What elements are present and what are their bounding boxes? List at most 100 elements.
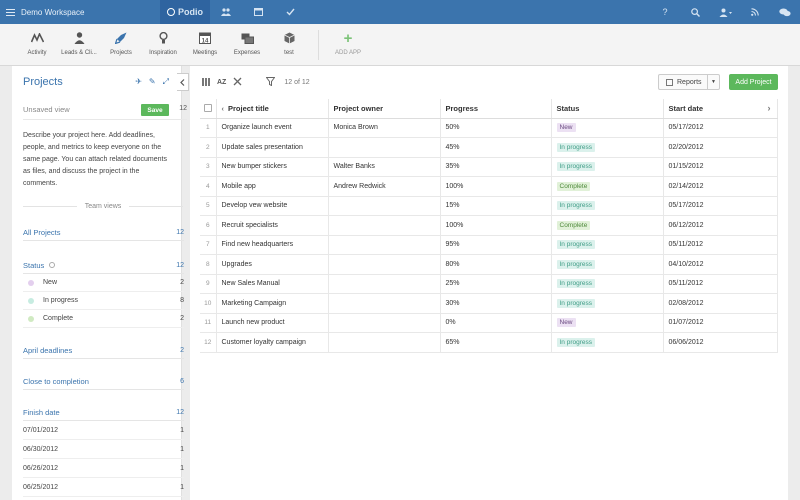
cell-start-date[interactable]: 05/17/2012 xyxy=(663,118,778,138)
row-number[interactable]: 1 xyxy=(200,118,217,138)
wrench-icon[interactable]: ✎ xyxy=(149,77,156,87)
cell-status[interactable]: In progress xyxy=(551,137,664,158)
select-all-checkbox[interactable] xyxy=(200,99,217,119)
row-number[interactable]: 5 xyxy=(200,196,217,216)
cell-status[interactable]: In progress xyxy=(551,254,664,275)
cell-owner[interactable] xyxy=(328,332,441,353)
cell-title[interactable]: Mobile app xyxy=(216,176,329,197)
cell-status[interactable]: New xyxy=(551,313,664,333)
tasks-tab[interactable] xyxy=(274,0,306,24)
table-row[interactable]: 6 Recruit specialists 100% Complete 06/12/20… xyxy=(200,215,778,236)
table-row[interactable]: 11 Launch new product 0% New 01/07/2012 xyxy=(200,313,778,333)
table-row[interactable]: 2 Update sales presentation 45% In progress… xyxy=(200,137,778,158)
cell-owner[interactable]: Walter Banks xyxy=(328,157,441,177)
app-inspiration[interactable]: Inspiration xyxy=(142,24,184,66)
table-row[interactable]: 7 Find new headquarters 95% In progress 05/1… xyxy=(200,235,778,255)
cell-progress[interactable]: 0% xyxy=(440,313,552,333)
user-menu-button[interactable] xyxy=(710,0,740,24)
cell-progress[interactable]: 80% xyxy=(440,254,552,275)
cell-progress[interactable]: 15% xyxy=(440,196,552,216)
cell-start-date[interactable]: 01/07/2012 xyxy=(663,313,778,333)
table-row[interactable]: 10 Marketing Campaign 30% In progress 02/08/… xyxy=(200,293,778,314)
table-row[interactable]: 5 Develop vew website 15% In progress 05/17/… xyxy=(200,196,778,216)
cell-status[interactable]: New xyxy=(551,118,664,138)
cell-start-date[interactable]: 05/11/2012 xyxy=(663,274,778,294)
column-header-progress[interactable]: Progress xyxy=(440,99,552,119)
column-header-status[interactable]: Status xyxy=(551,99,664,119)
cell-status[interactable]: In progress xyxy=(551,293,664,314)
row-number[interactable]: 7 xyxy=(200,235,217,255)
app-expenses[interactable]: Expenses xyxy=(226,24,268,66)
search-button[interactable] xyxy=(680,0,710,24)
view-finish-date[interactable]: Finish date 12 xyxy=(23,404,184,421)
cell-start-date[interactable]: 02/14/2012 xyxy=(663,176,778,197)
cell-status[interactable]: In progress xyxy=(551,196,664,216)
cell-title[interactable]: New bumper stickers xyxy=(216,157,329,177)
chevron-left-icon[interactable]: ‹ xyxy=(222,104,225,113)
row-number[interactable]: 10 xyxy=(200,293,217,314)
table-row[interactable]: 12 Customer loyalty campaign 65% In progres… xyxy=(200,332,778,353)
cell-progress[interactable]: 25% xyxy=(440,274,552,294)
cell-start-date[interactable]: 04/10/2012 xyxy=(663,254,778,275)
cell-start-date[interactable]: 02/08/2012 xyxy=(663,293,778,314)
cell-start-date[interactable]: 05/17/2012 xyxy=(663,196,778,216)
row-number[interactable]: 11 xyxy=(200,313,217,333)
finish-date-item[interactable]: 06/30/2012 1 xyxy=(23,440,184,459)
view-status[interactable]: Status 12 xyxy=(23,257,184,274)
cell-title[interactable]: Launch new product xyxy=(216,313,329,333)
row-number[interactable]: 6 xyxy=(200,215,217,236)
finish-date-item[interactable]: 07/01/2012 1 xyxy=(23,421,184,440)
app-projects[interactable]: Projects xyxy=(100,24,142,66)
cell-title[interactable]: Recruit specialists xyxy=(216,215,329,236)
cell-progress[interactable]: 30% xyxy=(440,293,552,314)
cell-start-date[interactable]: 05/11/2012 xyxy=(663,235,778,255)
cell-title[interactable]: Upgrades xyxy=(216,254,329,275)
app-activity[interactable]: Activity xyxy=(16,24,58,66)
cell-owner[interactable] xyxy=(328,254,441,275)
cell-title[interactable]: Organize launch event xyxy=(216,118,329,138)
app-meetings[interactable]: 14 Meetings xyxy=(184,24,226,66)
view-close-to-completion[interactable]: Close to completion 6 xyxy=(23,373,184,390)
cell-start-date[interactable]: 06/06/2012 xyxy=(663,332,778,353)
cell-owner[interactable]: Andrew Redwick xyxy=(328,176,441,197)
cell-progress[interactable]: 100% xyxy=(440,176,552,197)
table-row[interactable]: 8 Upgrades 80% In progress 04/10/2012 xyxy=(200,254,778,275)
collapse-sidebar-button[interactable] xyxy=(177,73,189,91)
feed-button[interactable] xyxy=(740,0,770,24)
table-row[interactable]: 9 New Sales Manual 25% In progress 05/11/201… xyxy=(200,274,778,294)
status-item-in-progress[interactable]: In progress 8 xyxy=(23,292,184,310)
finish-date-item[interactable]: 06/25/2012 1 xyxy=(23,478,184,497)
app-title[interactable]: Projects xyxy=(23,76,63,88)
workspace-menu[interactable]: Demo Workspace xyxy=(0,0,160,24)
cell-progress[interactable]: 50% xyxy=(440,118,552,138)
filter-icon[interactable] xyxy=(265,77,276,88)
column-header-owner[interactable]: Project owner xyxy=(328,99,441,119)
cell-progress[interactable]: 95% xyxy=(440,235,552,255)
app-leads-clients[interactable]: Leads & Cli... xyxy=(58,24,100,66)
cell-owner[interactable]: Monica Brown xyxy=(328,118,441,138)
view-april-deadlines[interactable]: April deadlines 2 xyxy=(23,342,184,359)
cell-owner[interactable] xyxy=(328,313,441,333)
row-number[interactable]: 2 xyxy=(200,137,217,158)
cell-status[interactable]: Complete xyxy=(551,176,664,197)
cell-title[interactable]: Find new headquarters xyxy=(216,235,329,255)
row-number[interactable]: 9 xyxy=(200,274,217,294)
contacts-tab[interactable] xyxy=(210,0,242,24)
table-row[interactable]: 3 New bumper stickers Walter Banks 35% In pr… xyxy=(200,157,778,177)
cell-start-date[interactable]: 06/12/2012 xyxy=(663,215,778,236)
chat-button[interactable] xyxy=(770,0,800,24)
help-button[interactable]: ? xyxy=(650,0,680,24)
cell-progress[interactable]: 45% xyxy=(440,137,552,158)
cell-status[interactable]: In progress xyxy=(551,235,664,255)
cell-status[interactable]: In progress xyxy=(551,332,664,353)
sort-icon[interactable]: AZ xyxy=(217,79,226,86)
cell-status[interactable]: In progress xyxy=(551,274,664,294)
row-number[interactable]: 8 xyxy=(200,254,217,275)
view-all-projects[interactable]: All Projects 12 xyxy=(23,224,184,241)
reports-button[interactable]: Reports ▼ xyxy=(658,74,720,90)
cell-title[interactable]: Customer loyalty campaign xyxy=(216,332,329,353)
reports-dropdown-icon[interactable]: ▼ xyxy=(707,75,719,89)
cell-start-date[interactable]: 02/20/2012 xyxy=(663,137,778,158)
cell-progress[interactable]: 65% xyxy=(440,332,552,353)
row-number[interactable]: 4 xyxy=(200,176,217,197)
